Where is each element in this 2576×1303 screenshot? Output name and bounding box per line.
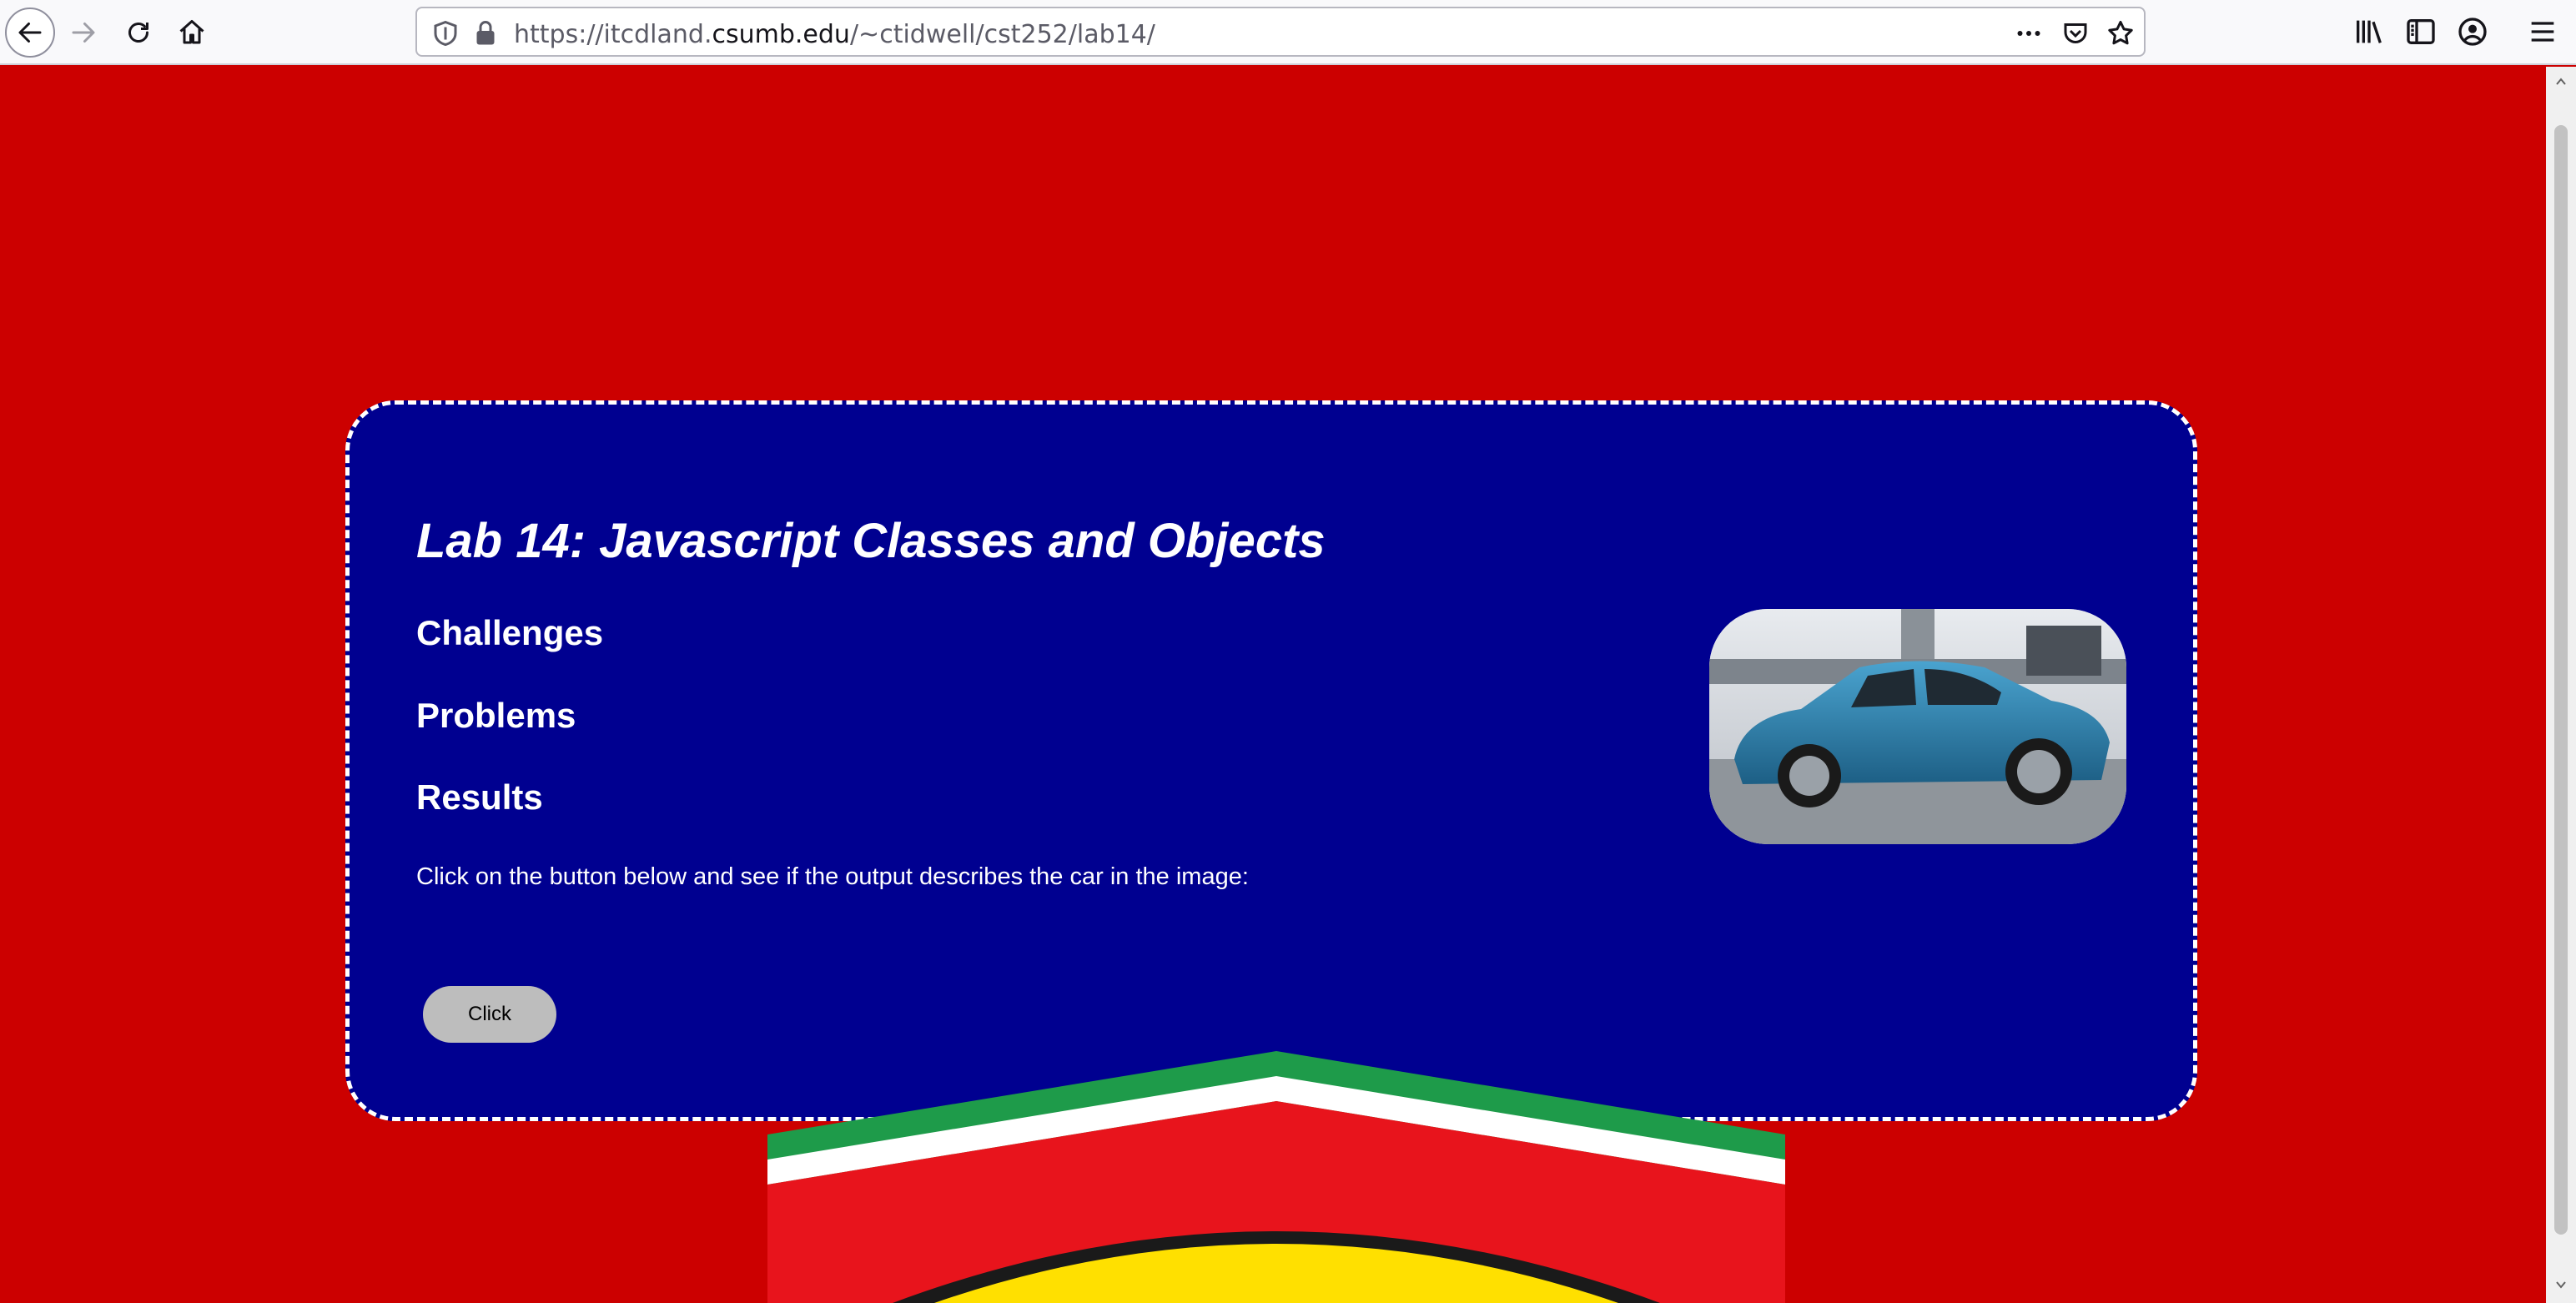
- click-button[interactable]: Click: [423, 986, 556, 1043]
- vertical-scrollbar[interactable]: [2546, 67, 2576, 1303]
- browser-toolbar: https://itcdland.csumb.edu/~ctidwell/cst…: [0, 0, 2576, 65]
- forward-button[interactable]: [58, 8, 108, 58]
- scrollbar-thumb[interactable]: [2554, 125, 2568, 1235]
- url-path: /~ctidwell/cst252/lab14/: [849, 20, 1155, 49]
- url-text[interactable]: https://itcdland.csumb.edu/~ctidwell/cst…: [514, 20, 1155, 49]
- reload-button[interactable]: [113, 8, 164, 58]
- shield-icon[interactable]: [430, 18, 460, 48]
- sidebar-icon[interactable]: [2404, 15, 2438, 48]
- instruction-text: Click on the button below and see if the…: [416, 863, 1249, 890]
- url-prefix: https://itcdland.: [514, 20, 712, 49]
- car-image: [1709, 609, 2126, 844]
- home-icon: [179, 20, 204, 44]
- reload-icon: [128, 23, 148, 43]
- lock-icon[interactable]: [470, 18, 501, 48]
- pocket-icon[interactable]: [2060, 18, 2090, 48]
- menu-icon[interactable]: [2526, 15, 2559, 48]
- car-illustration: [1709, 609, 2126, 844]
- bookmark-star-icon[interactable]: [2106, 18, 2136, 48]
- badge-logo: [767, 1051, 1785, 1303]
- address-bar[interactable]: https://itcdland.csumb.edu/~ctidwell/cst…: [415, 7, 2146, 57]
- url-domain: csumb.edu: [712, 20, 850, 49]
- arrow-left-icon: [18, 23, 42, 43]
- scroll-up-icon[interactable]: [2553, 73, 2569, 90]
- page-viewport: Lab 14: Javascript Classes and Objects C…: [0, 67, 2546, 1303]
- section-results: Results: [416, 777, 543, 817]
- more-actions-icon[interactable]: [2014, 18, 2044, 48]
- scroll-down-icon[interactable]: [2553, 1276, 2569, 1293]
- library-icon[interactable]: [2352, 15, 2386, 48]
- section-challenges: Challenges: [416, 613, 604, 652]
- account-icon[interactable]: [2456, 15, 2489, 48]
- section-problems: Problems: [416, 696, 576, 735]
- arrow-right-icon: [72, 23, 95, 43]
- back-button[interactable]: [5, 8, 55, 58]
- lab-card: Lab 14: Javascript Classes and Objects C…: [345, 400, 2197, 1121]
- home-button[interactable]: [167, 8, 217, 58]
- page-title: Lab 14: Javascript Classes and Objects: [416, 514, 1326, 568]
